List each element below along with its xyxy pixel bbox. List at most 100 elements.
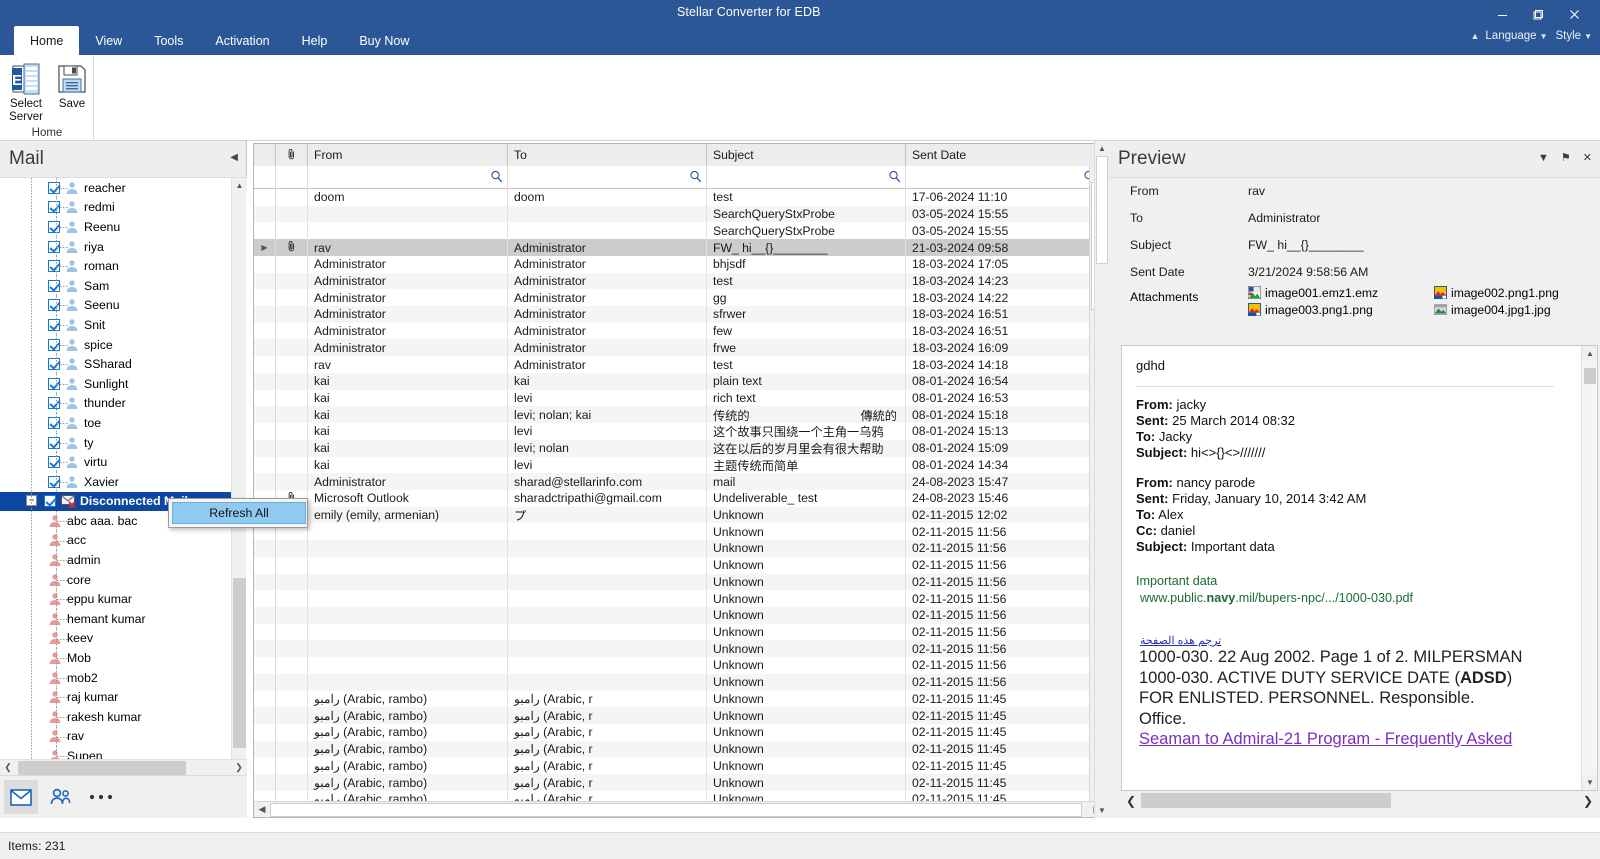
maximize-button[interactable]	[1520, 2, 1556, 26]
preview-arabic-translate-link[interactable]: ترجم هذه الصفحة	[1140, 634, 1221, 647]
grid-filter-to[interactable]	[508, 166, 707, 189]
language-menu[interactable]: Language ▼	[1483, 30, 1549, 42]
collapse-panel-icon[interactable]: ◀	[230, 152, 238, 163]
grid-column-header-from[interactable]: From	[308, 144, 508, 166]
table-row[interactable]: Unknown 02-11-2015 11:56	[254, 523, 1091, 541]
tree-item-riya[interactable]: riya	[0, 237, 232, 257]
tree-item-ssharad[interactable]: SSharad	[0, 354, 232, 374]
tree-item-seenu[interactable]: Seenu	[0, 296, 232, 316]
search-icon[interactable]	[689, 170, 702, 186]
tree-item-checkbox[interactable]	[44, 495, 56, 508]
preview-hscroll-track[interactable]	[1141, 791, 1578, 810]
attachment-item[interactable]: image002.png1.png	[1434, 284, 1600, 301]
table-row[interactable]: SearchQueryStxProbe 03-05-2024 15:55	[254, 222, 1091, 240]
chevron-down-icon[interactable]: ▼	[1538, 152, 1549, 164]
tab-view[interactable]: View	[79, 26, 138, 55]
preview-purple-link[interactable]: Seaman to Admiral-21 Program - Frequentl…	[1136, 729, 1583, 750]
tree-item-redmi[interactable]: redmi	[0, 198, 232, 218]
scroll-up-icon[interactable]: ▲	[232, 178, 247, 193]
scroll-right-icon[interactable]: ❯	[231, 762, 247, 773]
context-menu[interactable]: Refresh All	[168, 498, 308, 528]
tree-item-reenu[interactable]: Reenu	[0, 217, 232, 237]
table-row[interactable]: SearchQueryStxProbe 03-05-2024 15:55	[254, 205, 1091, 223]
table-row[interactable]: رامبو (Arabic, rambo) رامبو (Arabic, r Unk…	[254, 774, 1091, 791]
preview-body-scrollbar-thumb[interactable]	[1584, 368, 1596, 384]
tree-item-hemant-kumar[interactable]: hemant kumar	[0, 609, 232, 629]
grid-filter-sent[interactable]	[906, 166, 1101, 189]
tab-buy-now[interactable]: Buy Now	[343, 26, 425, 55]
table-row[interactable]: Unknown 02-11-2015 11:56	[254, 657, 1091, 674]
grid-filter-from[interactable]	[308, 166, 508, 189]
preview-outer-vertical-scrollbar[interactable]: ▲ ▼	[1094, 141, 1109, 818]
table-row[interactable]: kai levi 主题传统而简单 08-01-2024 14:34	[254, 456, 1091, 474]
style-menu[interactable]: Style ▼	[1554, 30, 1595, 42]
more-options-button[interactable]	[84, 780, 118, 814]
grid-filter-subject[interactable]	[707, 166, 906, 189]
attachment-item[interactable]: image001.emz1.emz	[1248, 284, 1434, 301]
table-row[interactable]: Unknown 02-11-2015 11:56	[254, 573, 1091, 591]
table-row[interactable]: Administrator Administrator sfrwer 18-03-20…	[254, 306, 1091, 323]
grid-column-header-subject[interactable]: Subject	[707, 144, 906, 166]
tree-item-xavier[interactable]: Xavier	[0, 472, 232, 492]
table-row[interactable]: kai levi; nolan; kai 传统的 傳統的 08-01-2024 15:1…	[254, 406, 1091, 424]
tree-item-admin[interactable]: admin	[0, 550, 232, 570]
table-row[interactable]: Administrator Administrator gg 18-03-2024 1…	[254, 289, 1091, 307]
context-menu-item-refresh-all[interactable]: Refresh All	[172, 502, 306, 524]
table-row[interactable]: رامبو (Arabic, rambo) رامبو (Arabic, r Unk…	[254, 740, 1091, 758]
table-row[interactable]: Microsoft Outlook sharadctripathi@gmail.c…	[254, 489, 1091, 507]
save-button[interactable]: Save	[52, 59, 92, 124]
table-row[interactable]: Administrator Administrator test 18-03-2024…	[254, 272, 1091, 290]
table-row[interactable]: kai levi; nolan 这在以后的岁月里会有很大帮助 08-01-2024 1…	[254, 439, 1091, 457]
tree-scrollbar-thumb[interactable]	[233, 578, 246, 748]
minimize-button[interactable]	[1484, 2, 1520, 26]
table-row[interactable]: رامبو (Arabic, rambo) رامبو (Arabic, r Unk…	[254, 757, 1091, 775]
preview-body[interactable]: gdhd From: jacky Sent: 25 March 2014 08:…	[1121, 345, 1598, 791]
scroll-left-icon[interactable]: ◀	[254, 804, 270, 815]
tree-item-spice[interactable]: spice	[0, 335, 232, 355]
tree-item-eppu-kumar[interactable]: eppu kumar	[0, 589, 232, 609]
table-row[interactable]: Administrator Administrator few 18-03-2024 …	[254, 322, 1091, 340]
attachment-item[interactable]: image003.png1.png	[1248, 301, 1434, 318]
tree-item-mob2[interactable]: mob2	[0, 668, 232, 688]
tree-item-core[interactable]: core	[0, 570, 232, 590]
tree-item-mob[interactable]: Mob	[0, 648, 232, 668]
table-row[interactable]: kai levi 这个故事只围绕一个主角一乌鸦 08-01-2024 15:13	[254, 423, 1091, 440]
table-row[interactable]: Unknown 02-11-2015 11:56	[254, 556, 1091, 574]
grid-horizontal-scrollbar[interactable]: ◀ ▶	[254, 801, 1105, 817]
tree-item-acc[interactable]: acc	[0, 531, 232, 551]
select-server-button[interactable]: E Select Server	[6, 59, 46, 124]
tree-item-reacher[interactable]: reacher	[0, 178, 232, 198]
table-row[interactable]: Unknown 02-11-2015 11:56	[254, 673, 1091, 691]
table-row[interactable]: Unknown 02-11-2015 11:56	[254, 540, 1091, 557]
close-icon[interactable]: ✕	[1583, 151, 1592, 164]
table-row[interactable]: رامبو (Arabic, rambo) رامبو (Arabic, r Unk…	[254, 690, 1091, 708]
search-icon[interactable]	[490, 170, 503, 186]
scroll-up-icon[interactable]: ▲	[1095, 141, 1109, 156]
table-row[interactable]: rav Administrator test 18-03-2024 14:18	[254, 356, 1091, 373]
grid-column-header-to[interactable]: To	[508, 144, 707, 166]
table-row[interactable]: Administrator Administrator frwe 18-03-2024…	[254, 339, 1091, 357]
tree-item-sunlight[interactable]: Sunlight	[0, 374, 232, 394]
table-row[interactable]: Unknown 02-11-2015 11:56	[254, 606, 1091, 624]
grid-hscroll-track[interactable]	[270, 802, 1089, 818]
grid-hscroll-thumb[interactable]	[270, 802, 1082, 817]
tree-item-ty[interactable]: ty	[0, 433, 232, 453]
grid-filter-attachment[interactable]	[276, 166, 308, 189]
scroll-up-icon[interactable]: ▲	[1582, 346, 1597, 361]
preview-horizontal-scrollbar[interactable]: ❮ ❯	[1121, 791, 1598, 810]
tree-item-sam[interactable]: Sam	[0, 276, 232, 296]
tree-item-rav[interactable]: rav	[0, 727, 232, 747]
contacts-view-button[interactable]	[44, 780, 78, 814]
grid-column-header-sent[interactable]: Sent Date	[906, 144, 1101, 166]
tree-item-keev[interactable]: keev	[0, 629, 232, 649]
scroll-left-icon[interactable]: ❮	[0, 762, 16, 773]
scroll-down-icon[interactable]: ▼	[1095, 803, 1109, 818]
tab-help[interactable]: Help	[286, 26, 344, 55]
tree-item-rakesh-kumar[interactable]: rakesh kumar	[0, 707, 232, 727]
preview-attachments-list[interactable]: image001.emz1.emz image002.png1.png image0…	[1248, 284, 1600, 324]
tree-item-raj-kumar[interactable]: raj kumar	[0, 687, 232, 707]
pin-icon[interactable]: ⚑	[1561, 151, 1571, 164]
table-row[interactable]: doom doom test 17-06-2024 11:10	[254, 189, 1091, 206]
table-row[interactable]: رامبو (Arabic, rambo) رامبو (Arabic, r Unk…	[254, 724, 1091, 741]
preview-outer-scrollbar-thumb[interactable]	[1096, 156, 1108, 264]
